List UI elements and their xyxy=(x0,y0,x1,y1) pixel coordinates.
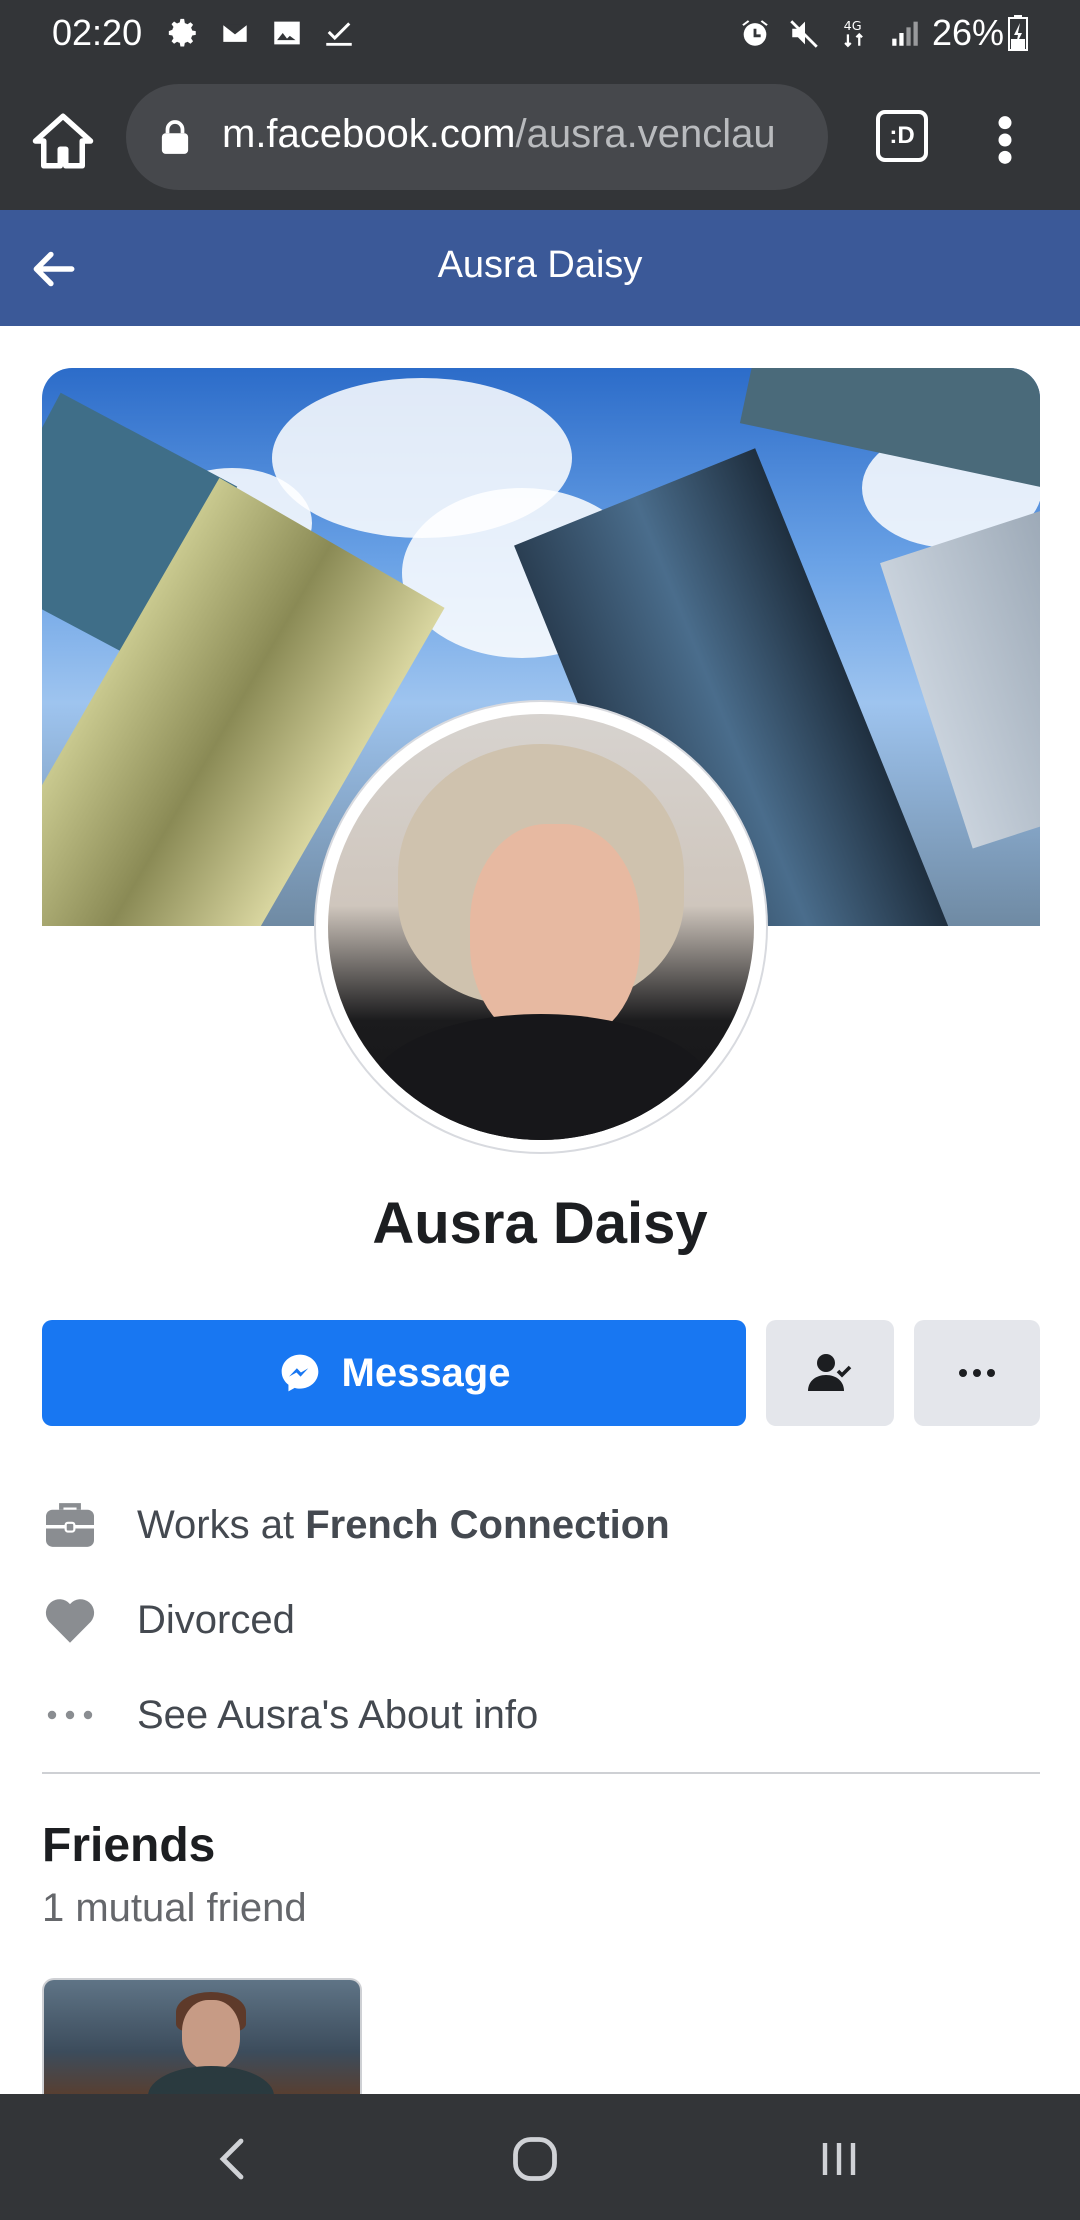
briefcase-icon xyxy=(42,1497,98,1553)
url-domain: m.facebook.com xyxy=(222,112,516,156)
browser-toolbar: m.facebook.com/ausra.venclau :D xyxy=(0,68,1080,210)
nav-recents-icon[interactable] xyxy=(804,2124,874,2194)
about-info-link[interactable]: See Ausra's About info xyxy=(137,1693,538,1738)
4g-data-icon: 4G xyxy=(836,14,874,52)
friend-thumbnail[interactable] xyxy=(42,1978,362,2100)
gallery-icon xyxy=(268,14,306,52)
relationship-text: Divorced xyxy=(137,1597,295,1642)
url-text: m.facebook.com/ausra.venclau xyxy=(222,112,776,157)
intro-relationship-row: Divorced xyxy=(42,1585,1040,1655)
ellipsis-icon xyxy=(42,1687,98,1743)
gmail-icon xyxy=(216,14,254,52)
tab-badge: :D xyxy=(889,122,915,149)
avatar-face xyxy=(470,824,640,1044)
mutual-friends-count: 1 mutual friend xyxy=(42,1886,307,1930)
message-button-label: Message xyxy=(341,1350,511,1395)
address-bar[interactable]: m.facebook.com/ausra.venclau xyxy=(126,84,828,190)
messenger-icon xyxy=(281,1354,318,1392)
alarm-icon xyxy=(736,14,774,52)
battery-indicator: 26% xyxy=(932,12,1028,54)
cover-building xyxy=(880,507,1040,849)
tab-switcher-button[interactable]: :D xyxy=(876,110,928,162)
profile-name: Ausra Daisy xyxy=(372,1191,708,1256)
check-icon xyxy=(320,14,358,52)
friend-status-button[interactable] xyxy=(766,1320,894,1426)
avatar-body xyxy=(368,1014,714,1140)
settings-icon xyxy=(164,14,202,52)
status-time: 02:20 xyxy=(52,12,143,53)
page-title: Ausra Daisy xyxy=(437,244,643,286)
url-path: /ausra.venclau xyxy=(515,112,776,156)
friends-check-icon xyxy=(808,1354,852,1391)
intro-work-row: Works at French Connection xyxy=(42,1490,1040,1560)
section-divider xyxy=(42,1772,1040,1774)
heart-icon xyxy=(42,1592,98,1648)
battery-icon xyxy=(1008,15,1028,51)
workplace-link[interactable]: French Connection xyxy=(305,1503,669,1547)
work-prefix: Works at xyxy=(137,1502,306,1547)
home-icon[interactable] xyxy=(30,108,96,174)
nav-back-icon[interactable] xyxy=(198,2124,268,2194)
work-text: Works at French Connection xyxy=(137,1503,670,1548)
message-button[interactable]: Message xyxy=(42,1320,746,1426)
profile-picture[interactable] xyxy=(316,702,766,1152)
lock-icon xyxy=(161,120,189,154)
friends-heading: Friends xyxy=(42,1819,216,1872)
nav-home-icon[interactable] xyxy=(500,2124,570,2194)
intro-about-row[interactable]: See Ausra's About info xyxy=(42,1680,1040,1750)
avatar-photo xyxy=(328,714,754,1140)
mute-icon xyxy=(786,14,824,52)
page-header: Ausra Daisy xyxy=(0,210,1080,326)
status-bar: 02:20 4G 26% xyxy=(0,0,1080,68)
system-navigation-bar xyxy=(0,2094,1080,2220)
overflow-menu-icon[interactable] xyxy=(990,114,1020,166)
battery-percent: 26% xyxy=(931,12,1004,53)
signal-icon xyxy=(886,14,924,52)
friend-photo-face xyxy=(182,2000,240,2070)
ellipsis-icon xyxy=(959,1369,995,1377)
svg-text:4G: 4G xyxy=(844,19,862,34)
more-options-button[interactable] xyxy=(914,1320,1040,1426)
